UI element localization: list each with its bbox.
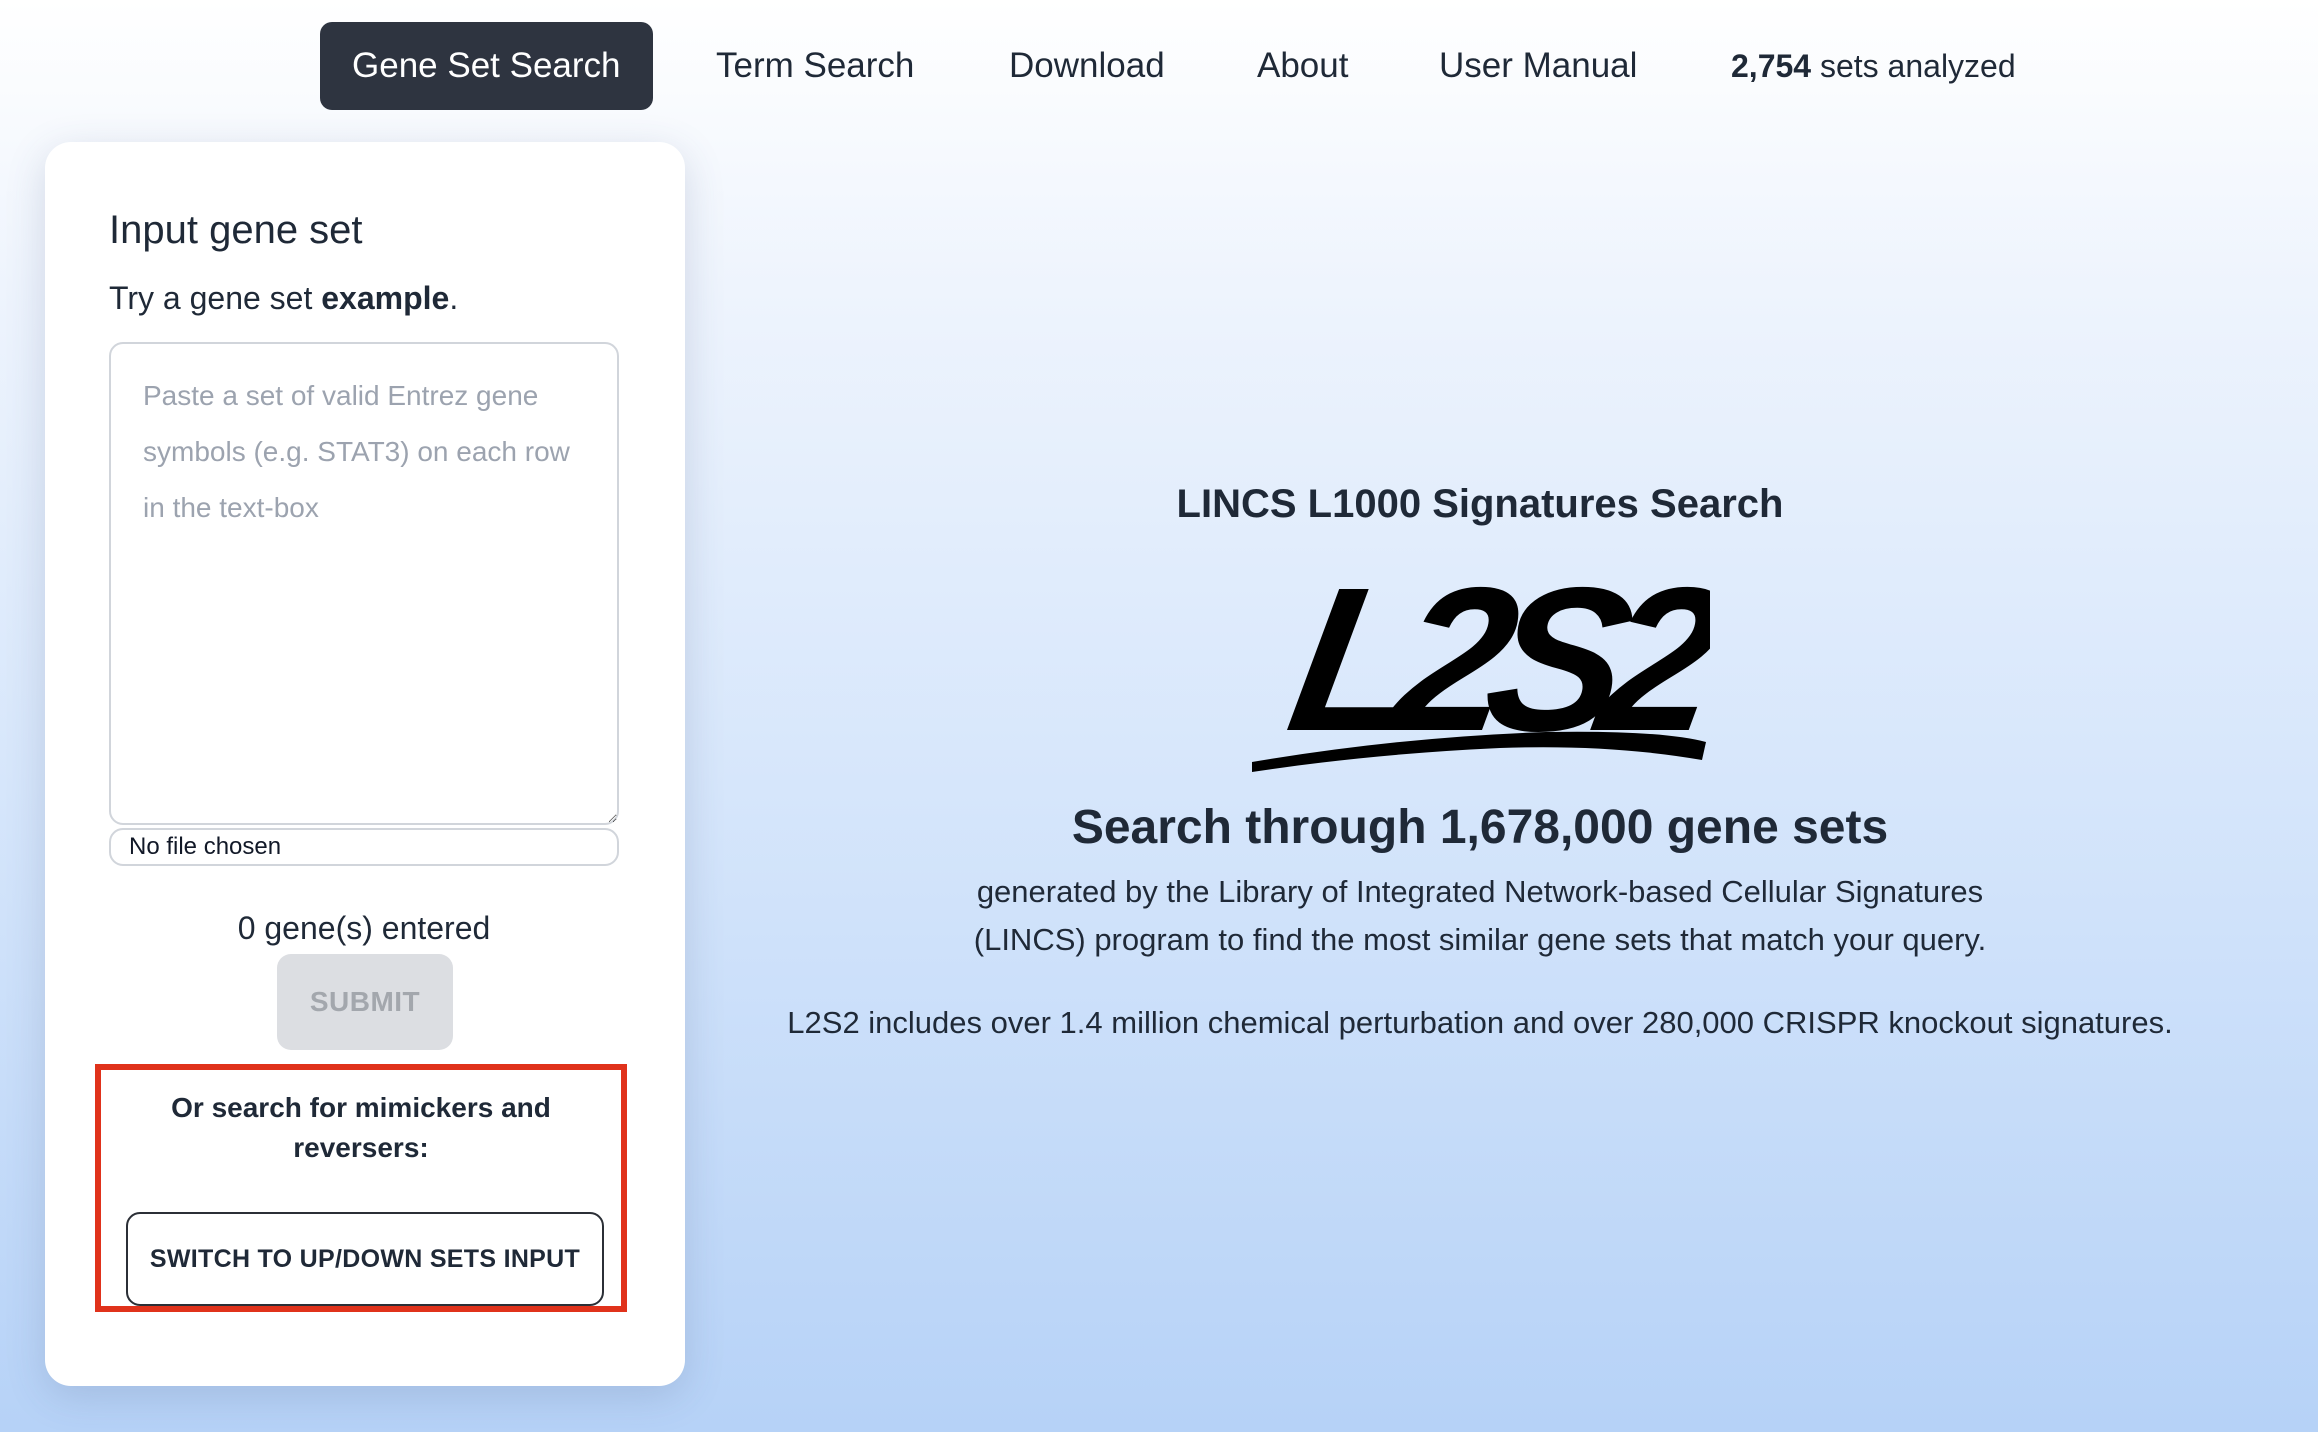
- hero-description-line-1: generated by the Library of Integrated N…: [976, 874, 1984, 909]
- example-link[interactable]: example: [321, 280, 449, 316]
- input-gene-set-card: Input gene set Try a gene set example. N…: [45, 142, 685, 1386]
- l2s2-logo-text: L2S2: [1276, 562, 1710, 772]
- switch-up-down-button[interactable]: SWITCH TO UP/DOWN SETS INPUT: [126, 1212, 604, 1306]
- gene-set-textarea[interactable]: [109, 342, 619, 825]
- hero-title: LINCS L1000 Signatures Search: [1176, 482, 1784, 526]
- example-hint: Try a gene set example.: [109, 280, 458, 317]
- l2s2-logo: L2S2: [1252, 562, 1710, 772]
- hero-section: LINCS L1000 Signatures Search L2S2 Searc…: [720, 0, 2240, 1432]
- file-upload-input[interactable]: No file chosen: [109, 828, 619, 866]
- nav-gene-set-search[interactable]: Gene Set Search: [320, 22, 653, 110]
- submit-button[interactable]: SUBMIT: [277, 954, 453, 1050]
- example-hint-suffix: .: [449, 280, 459, 316]
- hero-note: L2S2 includes over 1.4 million chemical …: [787, 1005, 2173, 1040]
- mimickers-prompt: Or search for mimickers and reversers:: [171, 1092, 551, 1163]
- hero-headline: Search through 1,678,000 gene sets: [1071, 801, 1889, 854]
- gene-count-text: 0 gene(s) entered: [237, 910, 491, 946]
- mimickers-reversers-section: Or search for mimickers and reversers: S…: [95, 1064, 627, 1312]
- hero-description-line-2: (LINCS) program to find the most similar…: [973, 922, 1987, 957]
- input-card-title: Input gene set: [109, 208, 363, 252]
- example-hint-prefix: Try a gene set: [109, 280, 322, 316]
- hero-description: generated by the Library of Integrated N…: [720, 868, 2240, 964]
